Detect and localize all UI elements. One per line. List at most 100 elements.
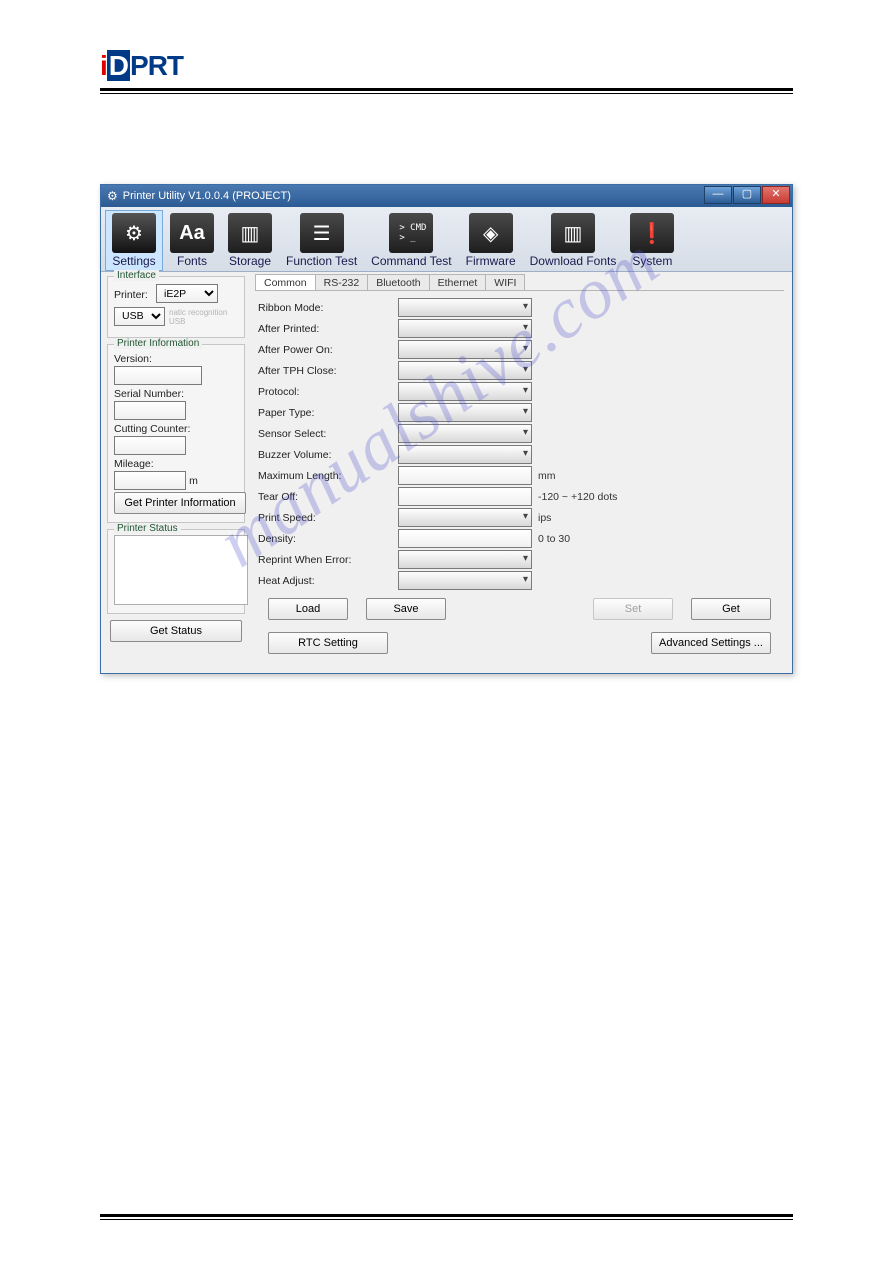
tab-command-test-label: Command Test (371, 254, 451, 268)
serial-field[interactable] (114, 401, 186, 420)
after-printed-select[interactable] (398, 319, 532, 338)
chip-icon: ◈ (469, 213, 513, 253)
logo-prt: PRT (130, 50, 183, 81)
density-field[interactable] (398, 529, 532, 548)
header-rule-thin (100, 93, 793, 94)
printer-label: Printer: (114, 289, 156, 301)
cutting-field[interactable] (114, 436, 186, 455)
tab-function-test[interactable]: ☰ Function Test (279, 210, 364, 271)
maximize-button[interactable]: ▢ (733, 186, 761, 204)
heat-adjust-select[interactable] (398, 571, 532, 590)
tab-firmware-label: Firmware (466, 254, 516, 268)
density-range: 0 to 30 (538, 533, 570, 545)
tear-off-label: Tear Off: (258, 491, 398, 503)
auto-recognition-label: natic recognition USB (169, 308, 238, 326)
printer-info-group: Printer Information Version: Serial Numb… (107, 344, 245, 523)
list-icon: ☰ (300, 213, 344, 253)
after-printed-label: After Printed: (258, 323, 398, 335)
tab-command-test[interactable]: > CMD > _ Command Test (364, 210, 458, 271)
main-toolbar: ⚙ Settings Aa Fonts ▥ Storage ☰ Function… (101, 207, 792, 272)
gear-icon: ⚙ (112, 213, 156, 253)
max-length-field[interactable] (398, 466, 532, 485)
header-rule-thick (100, 88, 793, 91)
subtab-common[interactable]: Common (255, 274, 316, 290)
subtab-bluetooth[interactable]: Bluetooth (367, 274, 429, 290)
max-length-label: Maximum Length: (258, 470, 398, 482)
sub-tabs: Common RS-232 Bluetooth Ethernet WIFI (255, 274, 784, 291)
printer-info-title: Printer Information (114, 338, 202, 349)
port-select[interactable]: USB (114, 307, 165, 326)
window-title: Printer Utility V1.0.0.4 (PROJECT) (123, 190, 291, 202)
serial-label: Serial Number: (114, 388, 184, 400)
printer-status-title: Printer Status (114, 523, 181, 534)
status-textarea (114, 535, 248, 605)
storage-icon: ▥ (228, 213, 272, 253)
get-printer-info-button[interactable]: Get Printer Information (114, 492, 246, 514)
common-tab-body: Ribbon Mode: After Printed: After Power … (255, 291, 784, 667)
after-tph-close-select[interactable] (398, 361, 532, 380)
set-button[interactable]: Set (593, 598, 673, 620)
logo-d: D (107, 50, 130, 81)
tab-fonts[interactable]: Aa Fonts (163, 210, 221, 271)
load-button[interactable]: Load (268, 598, 348, 620)
close-button[interactable]: ✕ (762, 186, 790, 204)
subtab-ethernet[interactable]: Ethernet (429, 274, 487, 290)
heat-adjust-label: Heat Adjust: (258, 575, 398, 587)
tear-off-field[interactable] (398, 487, 532, 506)
title-gear-icon: ⚙ (107, 189, 118, 203)
cutting-label: Cutting Counter: (114, 423, 190, 435)
version-field[interactable] (114, 366, 202, 385)
buzzer-volume-select[interactable] (398, 445, 532, 464)
advanced-settings-button[interactable]: Advanced Settings ... (651, 632, 771, 654)
get-button[interactable]: Get (691, 598, 771, 620)
paper-type-select[interactable] (398, 403, 532, 422)
title-bar[interactable]: ⚙ Printer Utility V1.0.0.4 (PROJECT) — ▢… (101, 185, 792, 207)
mileage-unit: m (189, 475, 198, 487)
subtab-wifi[interactable]: WIFI (485, 274, 525, 290)
protocol-select[interactable] (398, 382, 532, 401)
protocol-label: Protocol: (258, 386, 398, 398)
save-button[interactable]: Save (366, 598, 446, 620)
tab-firmware[interactable]: ◈ Firmware (459, 210, 523, 271)
logo-i: i (100, 50, 107, 81)
mileage-label: Mileage: (114, 458, 154, 470)
tab-system-label: System (632, 254, 672, 268)
ribbon-mode-select[interactable] (398, 298, 532, 317)
printer-select[interactable]: iE2P (156, 284, 218, 303)
mileage-field[interactable] (114, 471, 186, 490)
tear-off-range: -120 ~ +120 dots (538, 491, 617, 503)
footer-rule-thick (100, 1214, 793, 1217)
tab-fonts-label: Fonts (177, 254, 207, 268)
tab-settings[interactable]: ⚙ Settings (105, 210, 163, 271)
paper-type-label: Paper Type: (258, 407, 398, 419)
tab-storage[interactable]: ▥ Storage (221, 210, 279, 271)
after-power-on-label: After Power On: (258, 344, 398, 356)
interface-group-title: Interface (114, 270, 159, 281)
after-power-on-select[interactable] (398, 340, 532, 359)
interface-group: Interface Printer: iE2P USB natic recogn… (107, 276, 245, 338)
alert-icon: ❗ (630, 213, 674, 253)
after-tph-close-label: After TPH Close: (258, 365, 398, 377)
reprint-error-select[interactable] (398, 550, 532, 569)
minimize-button[interactable]: — (704, 186, 732, 204)
sensor-select-select[interactable] (398, 424, 532, 443)
app-window: ⚙ Printer Utility V1.0.0.4 (PROJECT) — ▢… (100, 184, 793, 674)
get-status-button[interactable]: Get Status (110, 620, 242, 642)
printer-status-group: Printer Status (107, 529, 245, 614)
subtab-rs232[interactable]: RS-232 (315, 274, 369, 290)
main-panel: Common RS-232 Bluetooth Ethernet WIFI Ri… (251, 272, 792, 673)
print-speed-select[interactable] (398, 508, 532, 527)
print-speed-unit: ips (538, 512, 551, 524)
tab-download-fonts[interactable]: ▥ Download Fonts (523, 210, 624, 271)
tab-download-fonts-label: Download Fonts (530, 254, 617, 268)
logo: iDPRT (100, 50, 793, 82)
max-length-unit: mm (538, 470, 556, 482)
density-label: Density: (258, 533, 398, 545)
rtc-setting-button[interactable]: RTC Setting (268, 632, 388, 654)
tab-system[interactable]: ❗ System (623, 210, 681, 271)
cmd-icon: > CMD > _ (389, 213, 433, 253)
print-speed-label: Print Speed: (258, 512, 398, 524)
sensor-select-label: Sensor Select: (258, 428, 398, 440)
reprint-error-label: Reprint When Error: (258, 554, 398, 566)
download-icon: ▥ (551, 213, 595, 253)
